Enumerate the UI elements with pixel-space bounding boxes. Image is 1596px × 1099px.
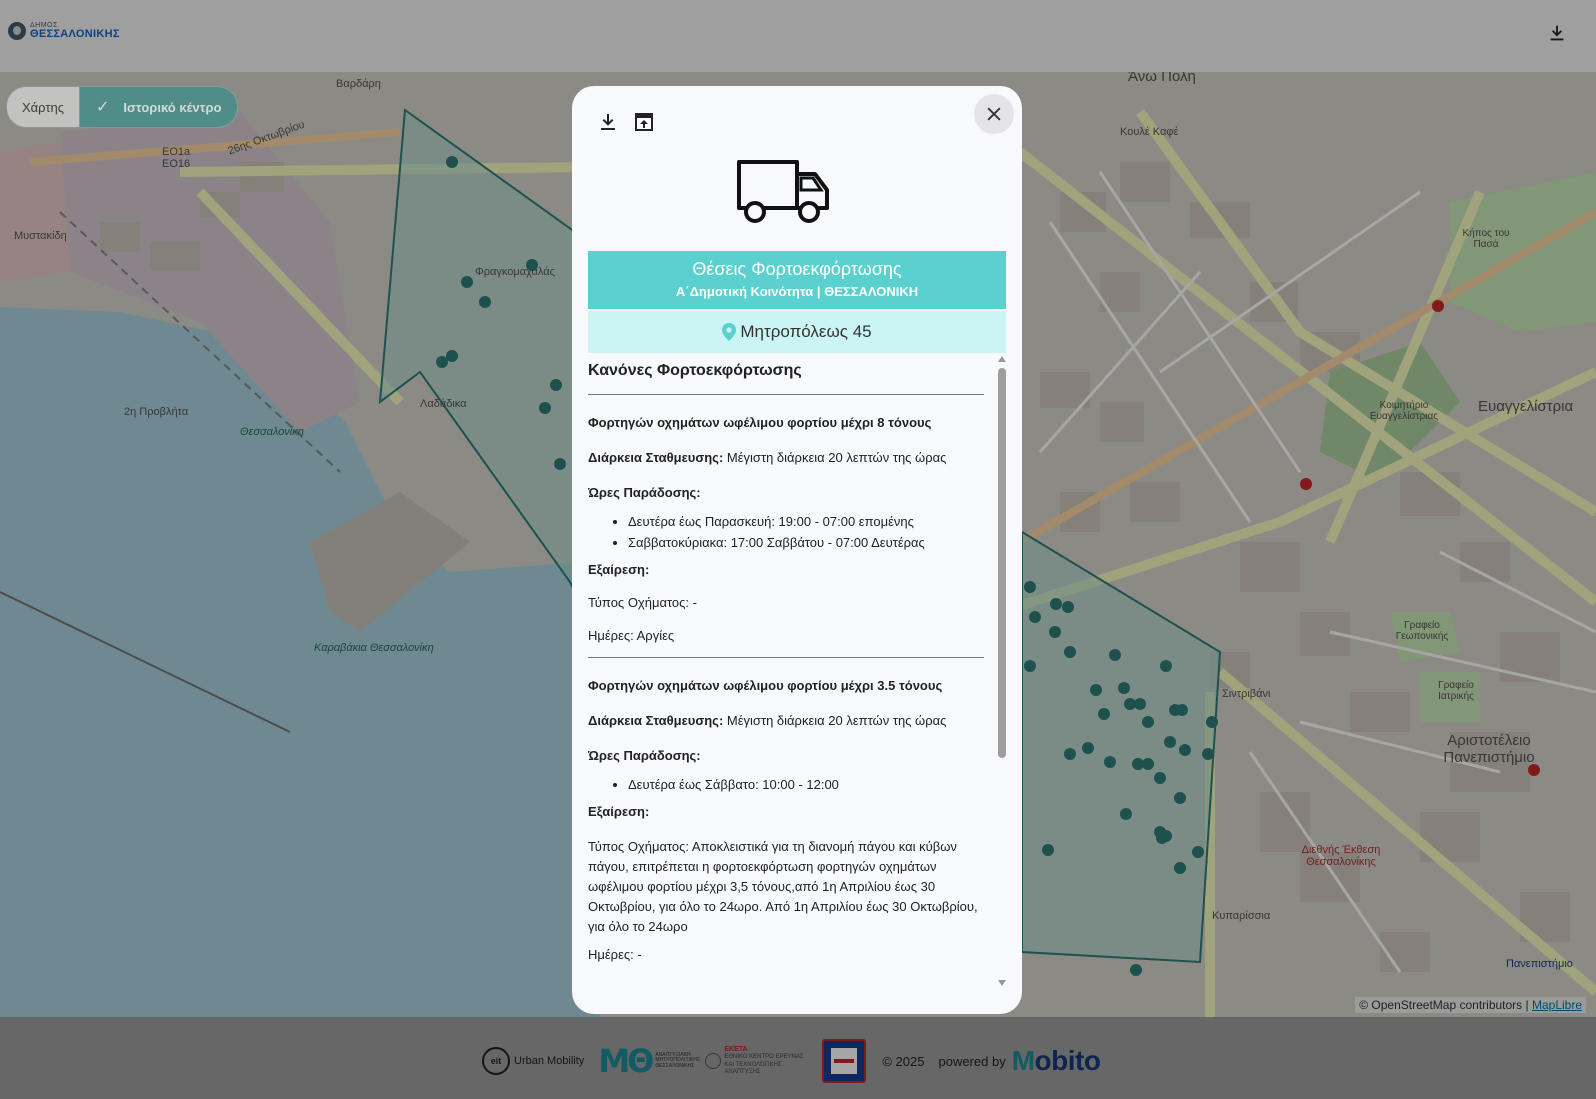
rule-category: Φορτηγών οχημάτων ωφέλιμου φορτίου μέχρι…: [588, 415, 932, 430]
address-bar: Μητροπόλεως 45: [588, 311, 1006, 353]
delivery-hours-list: Δευτέρα έως Σάββατο: 10:00 - 12:00: [588, 777, 984, 792]
delivery-hours-label-text: Ώρες Παράδοσης:: [588, 748, 701, 763]
toggle-map-button[interactable]: Χάρτης: [7, 87, 80, 127]
exception-label-text: Εξαίρεση:: [588, 804, 650, 819]
delivery-hours-list: Δευτέρα έως Παρασκευή: 19:00 - 07:00 επο…: [588, 514, 984, 550]
location-pin-icon: [722, 323, 737, 341]
zone-title-banner: Θέσεις Φορτοεκφόρτωσης Α΄Δημοτική Κοινότ…: [588, 251, 1006, 309]
duration-label: Διάρκεια Σταθμευσης:: [588, 713, 724, 728]
scroll-down-arrow-icon[interactable]: [998, 980, 1006, 986]
rules-scroll-area[interactable]: Κανόνες Φορτοεκφόρτωσης Φορτηγών οχημάτω…: [588, 358, 984, 998]
toggle-historic-center-label: Ιστορικό κέντρο: [123, 99, 222, 115]
close-button[interactable]: [974, 94, 1014, 134]
rule-category: Φορτηγών οχημάτων ωφέλιμου φορτίου μέχρι…: [588, 678, 943, 693]
check-icon: ✓: [96, 99, 110, 116]
delivery-hours-label: Ώρες Παράδοσης:: [588, 485, 984, 500]
scrollbar[interactable]: [998, 356, 1006, 986]
parking-duration-row: Διάρκεια Σταθμευσης: Μέγιστη διάρκεια 20…: [588, 450, 984, 465]
map-mode-toggle: Χάρτης ✓ Ιστορικό κέντρο: [6, 86, 239, 128]
delivery-hours-item: Σαββατοκύριακα: 17:00 Σαββάτου - 07:00 Δ…: [628, 535, 984, 550]
toggle-map-label: Χάρτης: [21, 99, 65, 115]
exception-label: Εξαίρεση:: [588, 562, 984, 577]
vehicle-type: Τύπος Οχήματος: -: [588, 595, 697, 610]
duration-value: Μέγιστη διάρκεια 20 λεπτών της ώρας: [726, 450, 947, 465]
download-icon[interactable]: [596, 110, 620, 134]
truck-icon: [737, 160, 829, 223]
rules-divider: [588, 657, 984, 658]
duration-label: Διάρκεια Σταθμευσης:: [588, 450, 724, 465]
scrollbar-thumb[interactable]: [998, 368, 1006, 758]
parking-duration-row: Διάρκεια Σταθμευσης: Μέγιστη διάρκεια 20…: [588, 713, 984, 728]
address-text: Μητροπόλεως 45: [740, 322, 872, 341]
vehicle-type: Τύπος Οχήματος: Αποκλειστικά για τη διαν…: [588, 839, 978, 934]
loading-zone-dialog: Θέσεις Φορτοεκφόρτωσης Α΄Δημοτική Κοινότ…: [572, 86, 1022, 1014]
delivery-hours-label: Ώρες Παράδοσης:: [588, 748, 984, 763]
exception-days: Ημέρες: Αργίες: [588, 628, 675, 643]
exception-days: Ημέρες: -: [588, 947, 642, 962]
delivery-hours-label-text: Ώρες Παράδοσης:: [588, 485, 701, 500]
zone-title: Θέσεις Φορτοεκφόρτωσης: [692, 259, 902, 279]
delivery-hours-item: Δευτέρα έως Παρασκευή: 19:00 - 07:00 επο…: [628, 514, 984, 529]
rules-heading: Κανόνες Φορτοεκφόρτωσης: [588, 362, 984, 395]
zone-subtitle: Α΄Δημοτική Κοινότητα | ΘΕΣΣΑΛΟΝΙΚΗ: [675, 284, 919, 299]
toggle-historic-center-button[interactable]: ✓ Ιστορικό κέντρο: [80, 87, 238, 127]
scroll-up-arrow-icon[interactable]: [998, 356, 1006, 362]
open-in-new-icon[interactable]: [632, 110, 656, 134]
duration-value: Μέγιστη διάρκεια 20 λεπτών της ώρας: [726, 713, 947, 728]
exception-label: Εξαίρεση:: [588, 804, 984, 819]
close-icon: [987, 107, 1001, 121]
delivery-hours-item: Δευτέρα έως Σάββατο: 10:00 - 12:00: [628, 777, 984, 792]
exception-label-text: Εξαίρεση:: [588, 562, 650, 577]
